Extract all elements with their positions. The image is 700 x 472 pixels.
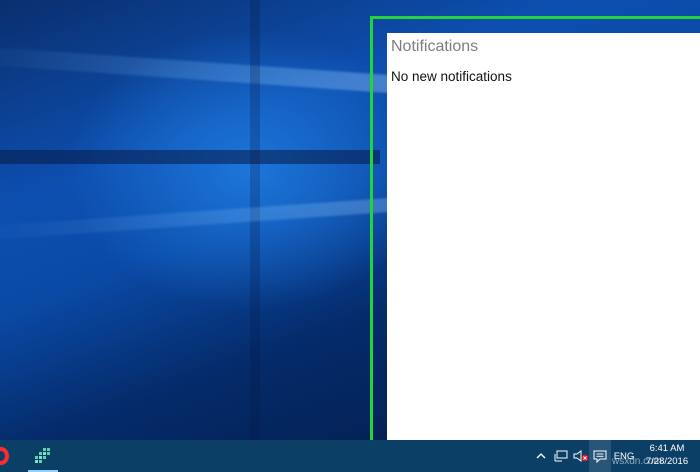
show-hidden-icons-button[interactable] — [533, 440, 549, 472]
clock-date: 7/28/2016 — [645, 456, 689, 467]
chevron-up-icon — [536, 453, 546, 459]
clock-time: 6:41 AM — [649, 443, 685, 454]
wallpaper-window-frame — [0, 150, 380, 164]
network-button[interactable] — [553, 440, 569, 472]
no-notifications-message: No new notifications — [391, 69, 512, 84]
app-icon — [35, 448, 50, 463]
action-center-icon — [593, 450, 607, 463]
volume-muted-icon — [573, 450, 589, 462]
input-language-button[interactable]: ENG — [612, 440, 636, 472]
taskbar-opera-button[interactable] — [0, 440, 14, 472]
action-center-title: Notifications — [391, 38, 479, 55]
action-center-button[interactable] — [589, 440, 611, 472]
clock-button[interactable]: 6:41 AM 7/28/2016 — [641, 442, 693, 468]
desktop-screen: Notifications No new notifications ENG 6… — [0, 0, 700, 472]
taskbar-app-button[interactable] — [26, 440, 60, 472]
volume-button[interactable] — [572, 440, 590, 472]
network-icon — [554, 450, 568, 462]
opera-icon — [0, 447, 9, 465]
action-center-panel: Notifications No new notifications — [387, 33, 700, 440]
taskbar: ENG 6:41 AM 7/28/2016 — [0, 440, 700, 472]
